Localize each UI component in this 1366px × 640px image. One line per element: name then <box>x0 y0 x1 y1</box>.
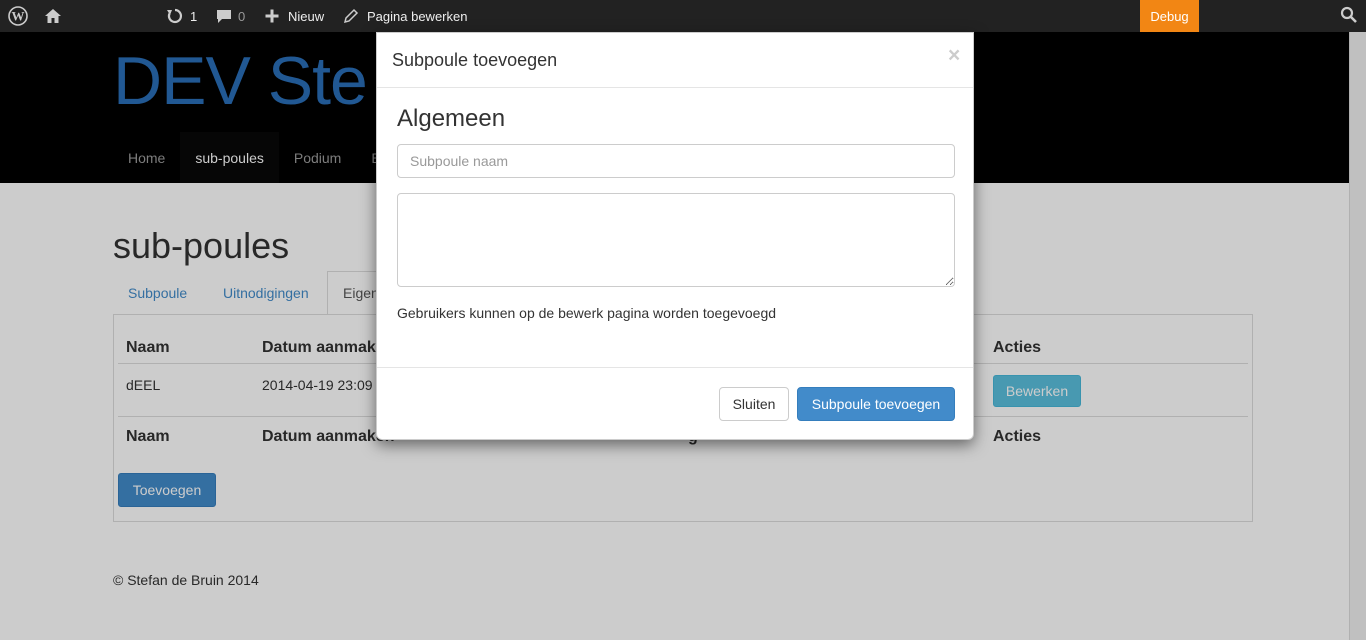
comments-button[interactable]: 0 <box>216 0 245 32</box>
debug-button[interactable]: Debug <box>1140 0 1199 32</box>
subpoule-description-textarea[interactable] <box>397 193 955 287</box>
modal-footer-divider <box>377 367 973 368</box>
home-icon[interactable] <box>44 0 62 32</box>
updates-button[interactable]: 1 <box>166 0 197 32</box>
help-text: Gebruikers kunnen op de bewerk pagina wo… <box>397 305 777 321</box>
subpoule-name-input[interactable] <box>397 144 955 178</box>
modal-header: Subpoule toevoegen × <box>377 33 973 88</box>
section-title: Algemeen <box>397 105 506 132</box>
edit-page-button[interactable]: Pagina bewerken <box>343 0 467 32</box>
sluiten-button[interactable]: Sluiten <box>719 387 789 421</box>
updates-count: 1 <box>190 8 198 24</box>
comment-icon <box>216 8 232 24</box>
edit-page-label: Pagina bewerken <box>367 8 468 24</box>
submit-subpoule-button[interactable]: Subpoule toevoegen <box>797 387 955 421</box>
close-icon[interactable]: × <box>948 44 960 68</box>
add-subpoule-modal: Subpoule toevoegen × Algemeen Gebruikers… <box>376 32 974 440</box>
pencil-icon <box>343 8 359 24</box>
modal-title: Subpoule toevoegen <box>392 50 558 70</box>
search-icon[interactable] <box>1340 6 1358 27</box>
new-content-button[interactable]: Nieuw <box>264 0 324 32</box>
plus-icon <box>264 8 280 24</box>
new-content-label: Nieuw <box>288 8 325 24</box>
admin-bar: W 1 0 Nieuw Pagina bewerken Debug <box>0 0 1366 32</box>
wordpress-logo-icon[interactable]: W <box>8 0 28 32</box>
svg-text:W: W <box>12 9 25 24</box>
refresh-icon <box>166 7 184 25</box>
comments-count: 0 <box>238 8 246 24</box>
